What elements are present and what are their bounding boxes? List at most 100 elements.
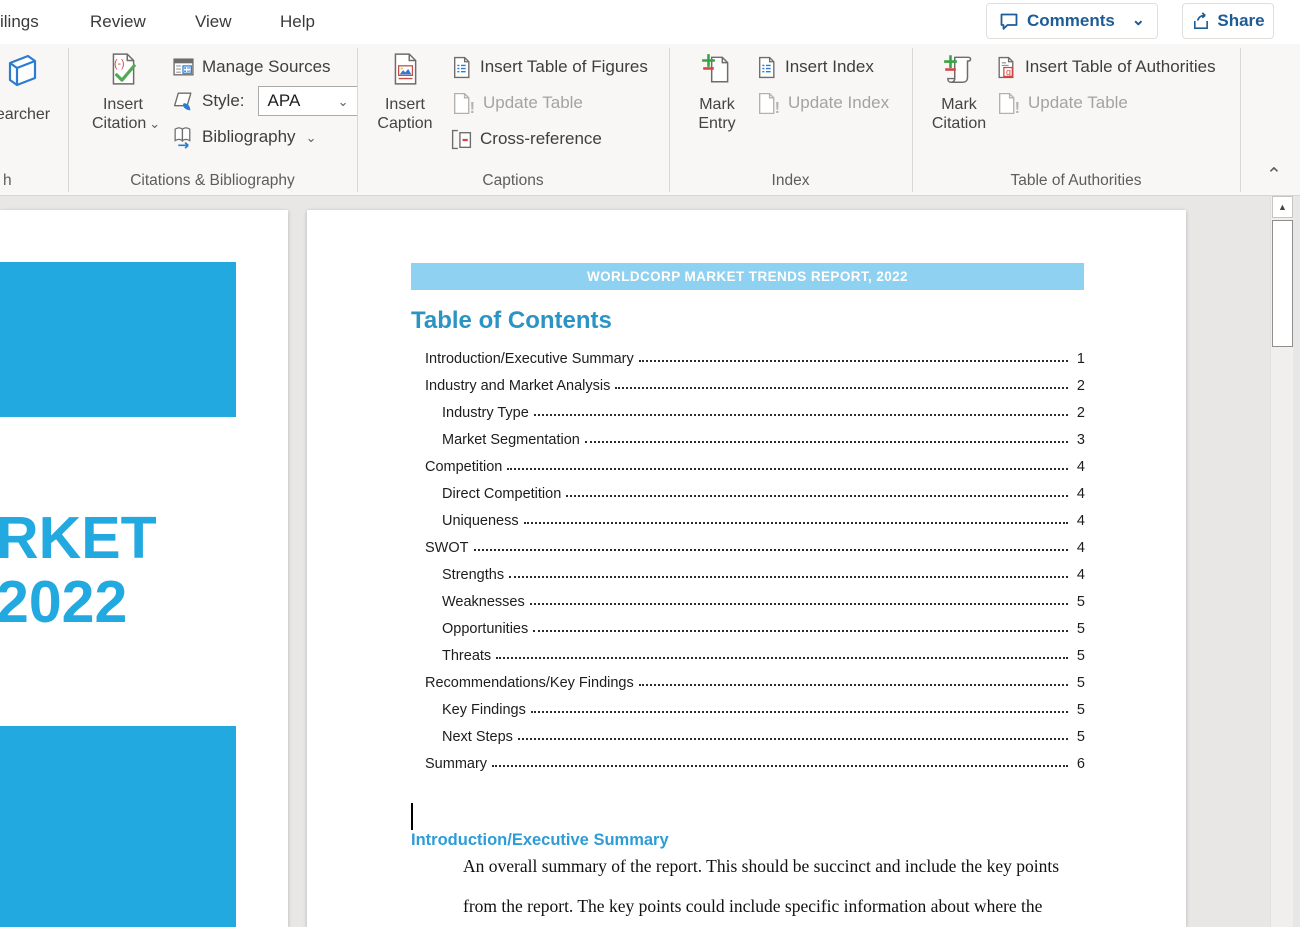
- toc-entry[interactable]: Industry Type2: [425, 397, 1085, 424]
- tab-mailings-partial[interactable]: ilings: [0, 0, 39, 44]
- comments-label: Comments: [1027, 11, 1115, 31]
- update-table-label: Update Table: [483, 93, 583, 113]
- insert-table-of-figures-label: Insert Table of Figures: [480, 57, 648, 77]
- collapse-ribbon-icon[interactable]: ⌃: [1258, 164, 1290, 190]
- share-label: Share: [1217, 11, 1264, 31]
- bibliography-button[interactable]: Bibliography ⌄: [172, 124, 316, 150]
- svg-text:g: g: [1006, 66, 1011, 76]
- toc-heading: Table of Contents: [411, 307, 612, 335]
- bibliography-icon: [172, 126, 195, 149]
- cover-page[interactable]: RKET 2022: [0, 210, 288, 927]
- toc-entry[interactable]: Summary6: [425, 748, 1085, 775]
- update-table-authorities-label: Update Table: [1028, 93, 1128, 113]
- comments-chevron-icon[interactable]: ⌄: [1132, 13, 1145, 29]
- mark-citation-button[interactable]: Mark Citation: [928, 50, 990, 133]
- group-separator: [357, 48, 358, 192]
- dot-leader: [533, 630, 1068, 632]
- mark-entry-icon: [686, 52, 748, 91]
- toc-entry[interactable]: Industry and Market Analysis2: [425, 370, 1085, 397]
- tab-view[interactable]: View: [195, 0, 232, 44]
- researcher-label-partial: earcher: [0, 106, 50, 123]
- update-table-icon: !: [450, 92, 476, 115]
- cover-blue-rectangle-top: [0, 262, 236, 417]
- svg-text:!: !: [470, 99, 475, 114]
- update-index-label: Update Index: [788, 93, 889, 113]
- group-separator: [912, 48, 913, 192]
- dot-leader: [530, 603, 1068, 605]
- style-brush-icon: [172, 90, 195, 113]
- insert-caption-label-1: Insert: [385, 96, 425, 113]
- insert-index-button[interactable]: Insert Index: [755, 54, 874, 80]
- group-label-citations: Citations & Bibliography: [68, 172, 357, 190]
- comments-button[interactable]: Comments ⌄: [986, 3, 1158, 39]
- scroll-up-arrow-icon: ▲: [1278, 202, 1287, 212]
- chevron-down-icon: ⌄: [338, 95, 349, 108]
- toc-entry[interactable]: Opportunities5: [425, 613, 1085, 640]
- dot-leader: [534, 414, 1068, 416]
- toc-entry[interactable]: Market Segmentation3: [425, 424, 1085, 451]
- tab-review[interactable]: Review: [90, 0, 146, 44]
- cover-title-partial: RKET 2022: [0, 506, 157, 634]
- toc-entry[interactable]: Competition4: [425, 451, 1085, 478]
- body-text-line: from the report. The key points could in…: [463, 896, 1042, 917]
- scroll-up-button[interactable]: ▲: [1272, 196, 1293, 218]
- toc-entry[interactable]: Next Steps5: [425, 721, 1085, 748]
- mark-citation-icon: [928, 52, 990, 91]
- cross-reference-icon: [450, 128, 473, 151]
- cover-title-line-1: RKET: [0, 506, 157, 570]
- cover-blue-rectangle-bottom: [0, 726, 236, 927]
- cover-title-line-2: 2022: [0, 570, 157, 634]
- dot-leader: [566, 495, 1068, 497]
- tab-help[interactable]: Help: [280, 0, 315, 44]
- style-label: Style:: [202, 91, 245, 111]
- dot-leader: [507, 468, 1068, 470]
- toc-entry[interactable]: SWOT4: [425, 532, 1085, 559]
- dot-leader: [524, 522, 1068, 524]
- update-table-button-captions: ! Update Table: [450, 90, 583, 116]
- share-button[interactable]: Share: [1182, 3, 1274, 39]
- toc-entry[interactable]: Key Findings5: [425, 694, 1085, 721]
- style-select[interactable]: APA ⌄: [258, 86, 358, 116]
- table-of-contents[interactable]: Introduction/Executive Summary1 Industry…: [425, 343, 1085, 775]
- group-label-captions: Captions: [357, 172, 669, 190]
- toc-entry[interactable]: Uniqueness4: [425, 505, 1085, 532]
- update-table-button-authorities: ! Update Table: [995, 90, 1128, 116]
- insert-citation-label-1: Insert: [103, 96, 143, 113]
- manage-sources-button[interactable]: Manage Sources: [172, 54, 331, 80]
- toc-page[interactable]: WORLDCORP MARKET TRENDS REPORT, 2022 Tab…: [307, 210, 1186, 927]
- svg-text:!: !: [1015, 99, 1020, 114]
- insert-citation-label-2: Citation: [92, 115, 146, 132]
- svg-text:(-): (-): [114, 58, 125, 70]
- cross-reference-button[interactable]: Cross-reference: [450, 126, 602, 152]
- menu-bar: ilings Review View Help Comments ⌄ Share: [0, 0, 1300, 44]
- toc-entry[interactable]: Threats5: [425, 640, 1085, 667]
- insert-caption-button[interactable]: Insert Caption: [374, 50, 436, 133]
- update-table-icon: !: [995, 92, 1021, 115]
- insert-table-of-figures-icon: [450, 56, 473, 79]
- comment-bubble-icon: [999, 11, 1019, 31]
- insert-citation-icon: (-): [92, 52, 154, 91]
- mark-entry-button[interactable]: Mark Entry: [686, 50, 748, 133]
- scrollbar-thumb[interactable]: [1272, 220, 1293, 347]
- insert-caption-label-2: Caption: [377, 115, 432, 132]
- insert-table-of-figures-button[interactable]: Insert Table of Figures: [450, 54, 648, 80]
- dot-leader: [585, 441, 1068, 443]
- insert-caption-icon: [374, 52, 436, 91]
- insert-citation-button[interactable]: (-) Insert Citation⌄: [92, 50, 154, 133]
- toc-entry[interactable]: Weaknesses5: [425, 586, 1085, 613]
- references-ribbon: earcher h (-) Insert Citation⌄ Manage So…: [0, 44, 1300, 196]
- manage-sources-icon: [172, 56, 195, 79]
- mark-citation-label-2: Citation: [932, 115, 986, 132]
- toc-entry[interactable]: Recommendations/Key Findings5: [425, 667, 1085, 694]
- group-separator: [1240, 48, 1241, 192]
- insert-table-of-authorities-button[interactable]: g Insert Table of Authorities: [995, 54, 1216, 80]
- group-label-index: Index: [669, 172, 912, 190]
- toc-entry[interactable]: Introduction/Executive Summary1: [425, 343, 1085, 370]
- toc-entry[interactable]: Direct Competition4: [425, 478, 1085, 505]
- toc-entry[interactable]: Strengths4: [425, 559, 1085, 586]
- dot-leader: [639, 360, 1068, 362]
- vertical-scrollbar[interactable]: ▲: [1270, 196, 1293, 927]
- researcher-button[interactable]: earcher: [0, 50, 62, 124]
- mark-entry-label-2: Entry: [698, 115, 735, 132]
- dot-leader: [509, 576, 1068, 578]
